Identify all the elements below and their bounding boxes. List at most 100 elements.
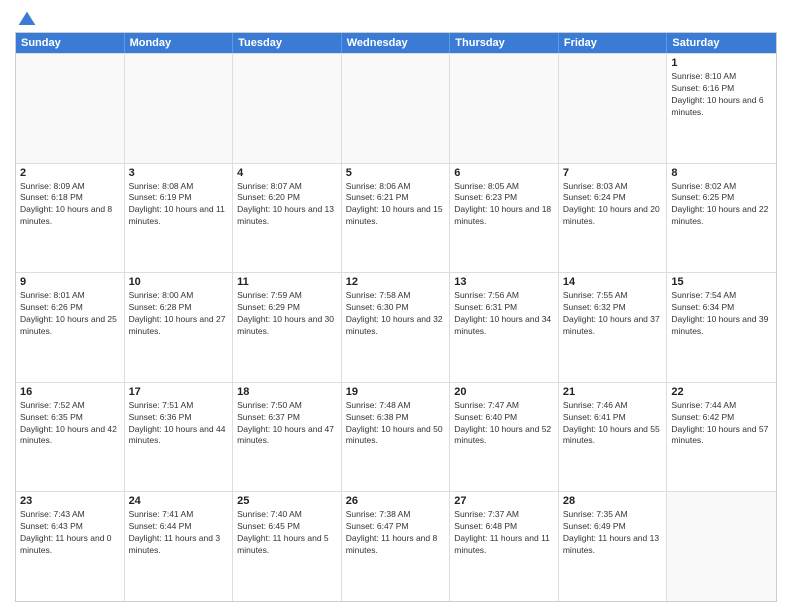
logo-icon <box>17 10 37 30</box>
day-number: 19 <box>346 386 446 398</box>
calendar-row-2: 9 Sunrise: 8:01 AMSunset: 6:26 PMDaylight… <box>16 272 776 382</box>
calendar-cell: 26 Sunrise: 7:38 AMSunset: 6:47 PMDayligh… <box>342 492 451 601</box>
calendar-cell: 8 Sunrise: 8:02 AMSunset: 6:25 PMDaylight… <box>667 164 776 273</box>
day-number: 3 <box>129 167 229 179</box>
calendar-cell: 11 Sunrise: 7:59 AMSunset: 6:29 PMDayligh… <box>233 273 342 382</box>
day-info: Sunrise: 8:05 AMSunset: 6:23 PMDaylight:… <box>454 181 554 229</box>
day-info: Sunrise: 7:37 AMSunset: 6:48 PMDaylight:… <box>454 509 554 557</box>
page: SundayMondayTuesdayWednesdayThursdayFrid… <box>0 0 792 612</box>
calendar-row-4: 23 Sunrise: 7:43 AMSunset: 6:43 PMDayligh… <box>16 491 776 601</box>
day-number: 8 <box>671 167 772 179</box>
day-number: 10 <box>129 276 229 288</box>
day-number: 25 <box>237 495 337 507</box>
day-info: Sunrise: 7:40 AMSunset: 6:45 PMDaylight:… <box>237 509 337 557</box>
header-day-monday: Monday <box>125 33 234 53</box>
day-number: 26 <box>346 495 446 507</box>
calendar-body: 1 Sunrise: 8:10 AMSunset: 6:16 PMDaylight… <box>16 53 776 601</box>
header <box>15 10 777 26</box>
day-number: 2 <box>20 167 120 179</box>
day-number: 20 <box>454 386 554 398</box>
calendar: SundayMondayTuesdayWednesdayThursdayFrid… <box>15 32 777 602</box>
day-info: Sunrise: 7:41 AMSunset: 6:44 PMDaylight:… <box>129 509 229 557</box>
calendar-cell <box>667 492 776 601</box>
calendar-cell: 19 Sunrise: 7:48 AMSunset: 6:38 PMDayligh… <box>342 383 451 492</box>
day-number: 23 <box>20 495 120 507</box>
day-info: Sunrise: 8:09 AMSunset: 6:18 PMDaylight:… <box>20 181 120 229</box>
day-number: 14 <box>563 276 663 288</box>
day-number: 5 <box>346 167 446 179</box>
calendar-cell: 1 Sunrise: 8:10 AMSunset: 6:16 PMDaylight… <box>667 54 776 163</box>
calendar-row-0: 1 Sunrise: 8:10 AMSunset: 6:16 PMDaylight… <box>16 53 776 163</box>
day-info: Sunrise: 7:56 AMSunset: 6:31 PMDaylight:… <box>454 290 554 338</box>
day-info: Sunrise: 7:48 AMSunset: 6:38 PMDaylight:… <box>346 400 446 448</box>
header-day-tuesday: Tuesday <box>233 33 342 53</box>
day-number: 1 <box>671 57 772 69</box>
day-info: Sunrise: 8:03 AMSunset: 6:24 PMDaylight:… <box>563 181 663 229</box>
calendar-row-1: 2 Sunrise: 8:09 AMSunset: 6:18 PMDaylight… <box>16 163 776 273</box>
calendar-row-3: 16Sunrise: 7:52 AMSunset: 6:35 PMDayligh… <box>16 382 776 492</box>
day-number: 15 <box>671 276 772 288</box>
day-number: 11 <box>237 276 337 288</box>
calendar-cell: 23 Sunrise: 7:43 AMSunset: 6:43 PMDayligh… <box>16 492 125 601</box>
calendar-cell: 25 Sunrise: 7:40 AMSunset: 6:45 PMDayligh… <box>233 492 342 601</box>
calendar-cell <box>450 54 559 163</box>
calendar-cell: 22 Sunrise: 7:44 AMSunset: 6:42 PMDayligh… <box>667 383 776 492</box>
day-info: Sunrise: 7:58 AMSunset: 6:30 PMDaylight:… <box>346 290 446 338</box>
day-info: Sunrise: 7:44 AMSunset: 6:42 PMDaylight:… <box>671 400 772 448</box>
calendar-cell <box>125 54 234 163</box>
calendar-cell: 20 Sunrise: 7:47 AMSunset: 6:40 PMDayligh… <box>450 383 559 492</box>
calendar-cell <box>16 54 125 163</box>
header-day-saturday: Saturday <box>667 33 776 53</box>
day-info: Sunrise: 7:46 AMSunset: 6:41 PMDaylight:… <box>563 400 663 448</box>
calendar-cell: 24 Sunrise: 7:41 AMSunset: 6:44 PMDayligh… <box>125 492 234 601</box>
day-info: Sunrise: 8:10 AMSunset: 6:16 PMDaylight:… <box>671 71 772 119</box>
header-day-thursday: Thursday <box>450 33 559 53</box>
day-info: Sunrise: 8:02 AMSunset: 6:25 PMDaylight:… <box>671 181 772 229</box>
day-number: 13 <box>454 276 554 288</box>
logo-text <box>15 10 37 30</box>
header-day-friday: Friday <box>559 33 668 53</box>
calendar-cell: 28 Sunrise: 7:35 AMSunset: 6:49 PMDayligh… <box>559 492 668 601</box>
calendar-cell: 17Sunrise: 7:51 AMSunset: 6:36 PMDayligh… <box>125 383 234 492</box>
day-number: 16 <box>20 386 120 398</box>
day-number: 24 <box>129 495 229 507</box>
calendar-cell <box>233 54 342 163</box>
day-number: 28 <box>563 495 663 507</box>
calendar-header: SundayMondayTuesdayWednesdayThursdayFrid… <box>16 33 776 53</box>
day-info: Sunrise: 7:59 AMSunset: 6:29 PMDaylight:… <box>237 290 337 338</box>
calendar-cell: 2 Sunrise: 8:09 AMSunset: 6:18 PMDaylight… <box>16 164 125 273</box>
calendar-cell: 3 Sunrise: 8:08 AMSunset: 6:19 PMDaylight… <box>125 164 234 273</box>
day-info: Sunrise: 7:38 AMSunset: 6:47 PMDaylight:… <box>346 509 446 557</box>
day-number: 27 <box>454 495 554 507</box>
day-info: Sunrise: 7:55 AMSunset: 6:32 PMDaylight:… <box>563 290 663 338</box>
calendar-cell: 13 Sunrise: 7:56 AMSunset: 6:31 PMDayligh… <box>450 273 559 382</box>
calendar-cell: 6 Sunrise: 8:05 AMSunset: 6:23 PMDaylight… <box>450 164 559 273</box>
header-day-sunday: Sunday <box>16 33 125 53</box>
day-number: 9 <box>20 276 120 288</box>
calendar-cell: 15 Sunrise: 7:54 AMSunset: 6:34 PMDayligh… <box>667 273 776 382</box>
calendar-cell: 14 Sunrise: 7:55 AMSunset: 6:32 PMDayligh… <box>559 273 668 382</box>
calendar-cell <box>342 54 451 163</box>
day-info: Sunrise: 7:51 AMSunset: 6:36 PMDaylight:… <box>129 400 229 448</box>
day-info: Sunrise: 8:01 AMSunset: 6:26 PMDaylight:… <box>20 290 120 338</box>
day-number: 7 <box>563 167 663 179</box>
calendar-cell <box>559 54 668 163</box>
day-info: Sunrise: 8:00 AMSunset: 6:28 PMDaylight:… <box>129 290 229 338</box>
calendar-cell: 18 Sunrise: 7:50 AMSunset: 6:37 PMDayligh… <box>233 383 342 492</box>
calendar-cell: 12 Sunrise: 7:58 AMSunset: 6:30 PMDayligh… <box>342 273 451 382</box>
day-info: Sunrise: 7:43 AMSunset: 6:43 PMDaylight:… <box>20 509 120 557</box>
day-info: Sunrise: 7:50 AMSunset: 6:37 PMDaylight:… <box>237 400 337 448</box>
day-info: Sunrise: 8:08 AMSunset: 6:19 PMDaylight:… <box>129 181 229 229</box>
day-number: 21 <box>563 386 663 398</box>
day-info: Sunrise: 7:54 AMSunset: 6:34 PMDaylight:… <box>671 290 772 338</box>
day-info: Sunrise: 7:35 AMSunset: 6:49 PMDaylight:… <box>563 509 663 557</box>
calendar-cell: 16Sunrise: 7:52 AMSunset: 6:35 PMDayligh… <box>16 383 125 492</box>
day-number: 6 <box>454 167 554 179</box>
day-info: Sunrise: 8:07 AMSunset: 6:20 PMDaylight:… <box>237 181 337 229</box>
day-number: 22 <box>671 386 772 398</box>
day-number: 18 <box>237 386 337 398</box>
calendar-cell: 7 Sunrise: 8:03 AMSunset: 6:24 PMDaylight… <box>559 164 668 273</box>
day-number: 12 <box>346 276 446 288</box>
calendar-cell: 5Sunrise: 8:06 AMSunset: 6:21 PMDaylight… <box>342 164 451 273</box>
day-info: Sunrise: 7:47 AMSunset: 6:40 PMDaylight:… <box>454 400 554 448</box>
